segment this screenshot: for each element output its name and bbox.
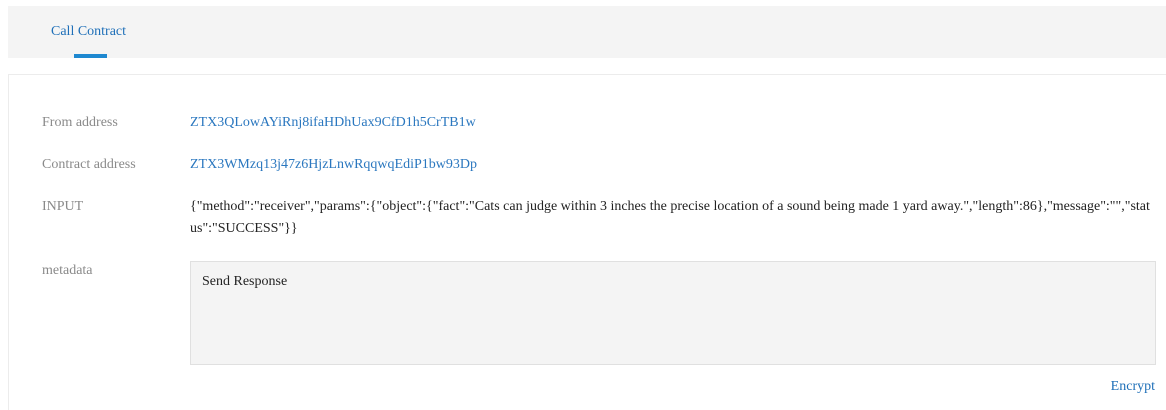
contract-address-label: Contract address (42, 157, 136, 172)
input-label: INPUT (42, 199, 84, 214)
metadata-box: Send Response (190, 261, 1156, 365)
active-tab-indicator (74, 54, 107, 58)
contract-detail-panel: From address ZTX3QLowAYiRnj8ifaHDhUax9Cf… (8, 74, 1166, 410)
tab-call-contract[interactable]: Call Contract (48, 6, 129, 58)
from-address-link[interactable]: ZTX3QLowAYiRnj8ifaHDhUax9CfD1h5CrTB1w (190, 115, 476, 131)
input-value: {"method":"receiver","params":{"object":… (190, 199, 1150, 236)
metadata-value: Send Response (202, 274, 288, 289)
from-address-label: From address (42, 115, 118, 130)
contract-address-link[interactable]: ZTX3WMzq13j47z6HjzLnwRqqwqEdiP1bw93Dp (190, 157, 477, 173)
metadata-label: metadata (42, 263, 93, 278)
encrypt-link[interactable]: Encrypt (1111, 379, 1155, 395)
tab-bar: Call Contract (8, 6, 1166, 58)
